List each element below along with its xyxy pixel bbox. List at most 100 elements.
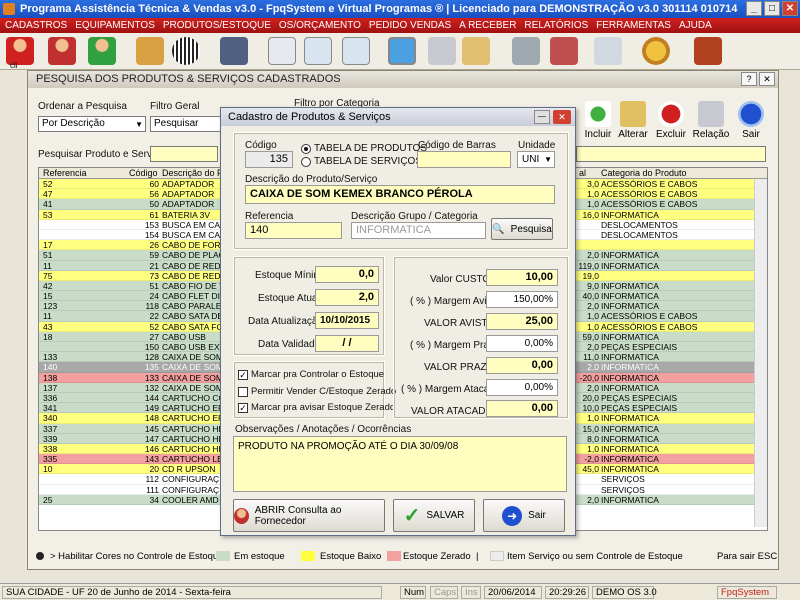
menu-ajuda[interactable]: AJUDA <box>679 18 712 33</box>
monitor-icon[interactable] <box>388 37 416 65</box>
menu-equipamentos[interactable]: EQUIPAMENTOS <box>75 18 155 33</box>
search-printer-icon[interactable] <box>462 37 490 65</box>
close-button[interactable]: ✕ <box>782 1 798 16</box>
edit-document-icon[interactable] <box>268 37 296 65</box>
vender-zerado-checkbox[interactable] <box>238 387 248 397</box>
menu-a-receber[interactable]: A RECEBER <box>459 18 516 33</box>
cell-categoria: SERVIÇOS <box>601 484 645 495</box>
window-titlebar: Programa Assistência Técnica & Vendas v3… <box>0 0 800 18</box>
menu-relatorios[interactable]: RELATÓRIOS <box>524 18 588 33</box>
excluir-button[interactable]: Excluir <box>651 101 691 140</box>
dialog-minimize-button[interactable]: — <box>534 110 550 124</box>
cell-categoria: INFORMATICA <box>601 413 659 424</box>
description-input[interactable]: CAIXA DE SOM KEMEX BRANCO PÉROLA <box>245 185 555 204</box>
services-radio[interactable] <box>301 157 311 167</box>
cell-categoria: SERVIÇOS <box>601 474 645 485</box>
group-input[interactable]: INFORMATICA <box>351 222 486 239</box>
table-scrollbar[interactable] <box>754 179 767 527</box>
incluir-button[interactable]: Incluir <box>578 101 618 140</box>
dialog-sair-button[interactable]: ➜ Sair <box>483 499 565 532</box>
report-search-icon[interactable] <box>594 37 622 65</box>
col-codigo[interactable]: Código <box>129 168 158 178</box>
menu-cadastros[interactable]: CADASTROS <box>5 18 67 33</box>
unit-select[interactable]: UNI ▼ <box>517 151 555 168</box>
products-radio[interactable] <box>301 144 311 154</box>
cell-referencia: 17 <box>43 240 53 251</box>
col-categoria[interactable]: Categoria do Produto <box>601 168 687 178</box>
search-document-icon[interactable] <box>304 37 332 65</box>
vpr-label: VALOR PRAZO <box>424 362 495 373</box>
dialog-close-button[interactable]: ✕ <box>553 110 571 124</box>
menu-os-orcamento[interactable]: OS/ORÇAMENTO <box>279 18 361 33</box>
data-atualizacao-input[interactable]: 10/10/2015 <box>315 312 379 329</box>
estoque-minimo-input[interactable]: 0,0 <box>315 266 379 283</box>
menu-ferramentas[interactable]: FERRAMENTAS <box>596 18 671 33</box>
tools-icon[interactable] <box>220 37 248 65</box>
relacao-button[interactable]: Relação <box>691 101 731 140</box>
search-input-right[interactable] <box>576 146 766 162</box>
col-quantidade[interactable]: al <box>579 168 586 178</box>
chevron-down-icon: ▼ <box>135 120 143 129</box>
valor-custo-input[interactable]: 10,00 <box>486 269 558 286</box>
valor-avista-input[interactable]: 25,00 <box>486 313 558 330</box>
user-icon[interactable] <box>48 37 76 65</box>
toolbar-first-label: cli <box>10 61 18 70</box>
help-button[interactable]: ? <box>741 72 757 86</box>
printer-icon[interactable] <box>428 37 456 65</box>
menu-pedido-vendas[interactable]: PEDIDO VENDAS <box>369 18 451 33</box>
boxes-icon[interactable] <box>136 37 164 65</box>
cell-codigo: 128 <box>144 352 159 363</box>
referencia-input[interactable]: 140 <box>245 222 342 239</box>
maximize-button[interactable]: □ <box>764 1 780 16</box>
exit-door-icon[interactable] <box>694 37 722 65</box>
legend-low: Estoque Baixo <box>320 551 382 562</box>
cell-referencia: 140 <box>43 362 58 373</box>
cell-referencia: 138 <box>43 372 58 383</box>
col-referencia[interactable]: Referencia <box>43 168 87 178</box>
arrow-right-icon <box>738 101 764 127</box>
employee-icon[interactable] <box>88 37 116 65</box>
search-document-icon-2[interactable] <box>342 37 370 65</box>
cell-descricao: CAIXA DE SOM <box>162 352 222 363</box>
salvar-button[interactable]: ✓ SALVAR <box>393 499 475 532</box>
cell-codigo: 22 <box>149 311 159 322</box>
search-icon: 🔍 <box>492 223 505 235</box>
valor-atacado-input[interactable]: 0,00 <box>486 400 558 417</box>
cell-descricao: CARTUCHO HP <box>162 423 222 434</box>
cell-referencia: 341 <box>43 403 58 414</box>
col-descricao[interactable]: Descrição do Pr <box>162 168 226 178</box>
observacoes-textarea[interactable]: PRODUTO NA PROMOÇÃO ATÉ O DIA 30/09/08 <box>233 436 567 492</box>
margem-prazo-input[interactable]: 0,00% <box>486 335 558 352</box>
alterar-button[interactable]: Alterar <box>613 101 653 140</box>
cell-descricao: CABO DE PLAC <box>162 250 222 261</box>
chk2-label: Permitir Vender C/Estoque Zerado <box>251 386 397 397</box>
sair-button[interactable]: Sair <box>731 101 771 140</box>
margem-atacado-input[interactable]: 0,00% <box>486 379 558 396</box>
barcode-input[interactable] <box>417 151 511 168</box>
filter-select[interactable]: Pesquisar TODOS <box>150 116 222 132</box>
codigo-field[interactable]: 135 <box>245 151 293 168</box>
cell-codigo: 143 <box>144 454 159 465</box>
pesquisa-button[interactable]: 🔍 Pesquisa <box>491 218 553 240</box>
search-input[interactable] <box>150 146 218 162</box>
consulta-fornecedor-button[interactable]: ABRIR Consulta ao Fornecedor <box>233 499 385 532</box>
calculator-icon[interactable] <box>512 37 540 65</box>
order-select[interactable]: Por Descrição ▼ <box>38 116 146 132</box>
controlar-estoque-checkbox[interactable]: ✓ <box>238 370 248 380</box>
barcode-icon[interactable] <box>172 37 200 65</box>
report-print-icon[interactable] <box>550 37 578 65</box>
cell-referencia: 15 <box>43 291 53 302</box>
money-icon[interactable] <box>642 37 670 65</box>
margem-avista-input[interactable]: 150,00% <box>486 291 558 308</box>
valor-prazo-input[interactable]: 0,00 <box>486 357 558 374</box>
menu-produtos-estoque[interactable]: PRODUTOS/ESTOQUE <box>163 18 271 33</box>
data-validade-input[interactable]: / / <box>315 335 379 352</box>
cell-descricao: CARTUCHO EP <box>162 413 222 424</box>
estoque-atual-input[interactable]: 2,0 <box>315 289 379 306</box>
cell-referencia: 51 <box>43 250 53 261</box>
radio-icon[interactable] <box>36 552 44 560</box>
cell-categoria: INFORMATICA <box>601 362 659 373</box>
minimize-button[interactable]: _ <box>746 1 762 16</box>
search-window-close-button[interactable]: ✕ <box>759 72 775 86</box>
avisar-zerado-checkbox[interactable]: ✓ <box>238 403 248 413</box>
